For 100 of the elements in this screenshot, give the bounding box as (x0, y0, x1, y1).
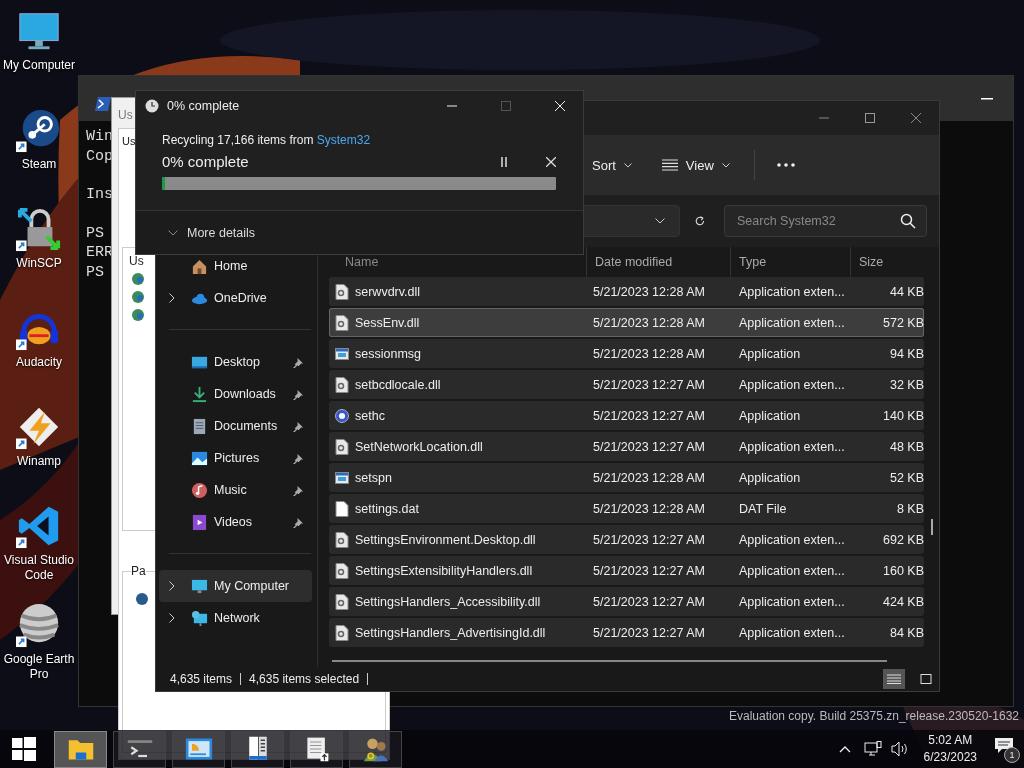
sidebar-item[interactable]: Music (159, 474, 312, 506)
circle-logo-icon[interactable] (16, 107, 62, 153)
file-gear-icon (335, 624, 349, 641)
maximize-icon[interactable] (865, 113, 875, 123)
file-row[interactable]: SettingsEnvironment.Desktop.dll 5/21/2023 12:27 AM Application exten... 692 KB (329, 525, 924, 554)
table-cell-text: 5/21/2023 12:27 AM (592, 377, 706, 392)
desktop-icon-label[interactable]: Audacity (1, 355, 77, 370)
desktop-icon-label[interactable]: My Computer (1, 58, 77, 73)
view-button[interactable]: View (653, 151, 738, 179)
group-label: Us (129, 254, 144, 268)
table-cell-text: Application (738, 346, 802, 361)
chevron-right-icon[interactable] (169, 581, 175, 591)
search-bar[interactable]: Search System32 (724, 205, 927, 237)
file-row[interactable]: SettingsExtensibilityHandlers.dll 5/21/2023 12:27 AM Application exten... 160 KB (329, 556, 924, 585)
user-globe-icon (131, 272, 145, 286)
file-name: settings.dat (355, 501, 419, 516)
minimize-icon[interactable] (981, 97, 993, 100)
file-row[interactable]: setbcdlocale.dll 5/21/2023 12:27 AM Application exten... 32 KB (329, 370, 924, 399)
file-icon (335, 500, 349, 517)
table-cell-text: 572 KB (882, 315, 924, 330)
table-cell-text: Application exten... (738, 532, 846, 547)
network-icon[interactable] (863, 741, 882, 757)
sort-button[interactable]: Sort (584, 151, 640, 179)
taskbar-button[interactable] (290, 730, 343, 768)
table-cell-text: 32 KB (888, 377, 924, 392)
notification-badge: 1 (1004, 747, 1020, 763)
volume-icon[interactable] (890, 741, 909, 757)
chevron-up-icon[interactable] (838, 745, 851, 753)
padlock-icon[interactable] (16, 206, 62, 252)
file-row[interactable]: settings.dat 5/21/2023 12:28 AM DAT File 8 KB (329, 494, 924, 523)
pin-icon[interactable] (293, 388, 304, 400)
clock-time[interactable]: 5:02 AM (928, 732, 973, 749)
user-globe-icon (131, 308, 145, 322)
desktop-icon-label[interactable]: WinSCP (1, 256, 77, 271)
file-row[interactable]: SetNetworkLocation.dll 5/21/2023 12:27 AM Application exten... 48 KB (329, 432, 924, 461)
file-row[interactable]: setspn 5/21/2023 12:28 AM Application 52 KB (329, 463, 924, 492)
table-cell-text: 5/21/2023 12:27 AM (592, 563, 706, 578)
pin-icon[interactable] (293, 516, 304, 528)
taskbar-button[interactable] (349, 730, 402, 768)
file-row[interactable]: sessionmsg 5/21/2023 12:28 AM Application 94 KB (329, 339, 924, 368)
source-link[interactable]: System32 (316, 133, 371, 147)
sidebar-item[interactable]: Documents (159, 410, 312, 442)
column-header[interactable]: Size (851, 247, 924, 277)
desktop-icon-label[interactable]: Winamp (1, 454, 77, 469)
terminal-line: PS (86, 262, 104, 282)
chevron-right-icon[interactable] (169, 613, 175, 623)
monitor-icon (191, 577, 208, 595)
chevron-down-icon[interactable] (655, 218, 666, 224)
table-cell-text: 48 KB (888, 439, 924, 454)
table-cell-text: 5/21/2023 12:28 AM (592, 284, 706, 299)
more-details-button[interactable]: More details (166, 221, 258, 244)
chevron-right-icon[interactable] (169, 293, 175, 303)
caret-icon (721, 162, 730, 168)
sidebar-item[interactable]: Downloads (159, 378, 312, 410)
file-gear-icon (335, 593, 349, 610)
sidebar-item[interactable]: Network (159, 602, 312, 634)
scrollbar-thumb[interactable] (931, 519, 933, 535)
music-icon (191, 481, 208, 499)
windows-logo-icon[interactable] (12, 737, 36, 761)
pause-icon[interactable] (500, 156, 508, 167)
search-field[interactable]: Search System32 (735, 213, 900, 229)
file-row[interactable]: SettingsHandlers_Accessibility.dll 5/21/2023 12:27 AM Application exten... 424 KB (329, 587, 924, 616)
details-view-icon[interactable] (883, 669, 905, 689)
file-row[interactable]: SettingsHandlers_AdvertisingId.dll 5/21/2023 12:27 AM Application exten... 84 KB (329, 618, 924, 647)
table-cell-text: 424 KB (882, 594, 924, 609)
file-name: sessionmsg (355, 346, 421, 361)
scrollbar[interactable] (332, 660, 887, 662)
file-name: sethc (355, 408, 385, 423)
pin-icon[interactable] (293, 420, 304, 432)
pin-icon[interactable] (293, 356, 304, 368)
globe-icon[interactable] (16, 602, 62, 648)
pin-icon[interactable] (293, 484, 304, 496)
progress-status: 0% complete (162, 153, 249, 170)
tab[interactable]: Us (122, 135, 136, 147)
taskbar-button[interactable] (231, 730, 284, 768)
home-icon (191, 257, 208, 275)
sidebar-item[interactable]: Pictures (159, 442, 312, 474)
table-cell-text: 5/21/2023 12:27 AM (592, 532, 706, 547)
desktop-icon-label[interactable]: Steam (1, 157, 77, 172)
desktop-icon-label[interactable]: Visual Studio Code (1, 553, 77, 583)
search-icon[interactable] (900, 213, 916, 229)
sidebar-item[interactable]: Videos (159, 506, 312, 538)
desktop-icon-label[interactable]: Google Earth Pro (1, 652, 77, 682)
table-cell-text: 5/21/2023 12:28 AM (592, 346, 706, 361)
file-row[interactable]: serwvdrv.dll 5/21/2023 12:28 AM Application exten... 44 KB (329, 277, 924, 306)
taskbar-button[interactable] (113, 730, 166, 768)
table-cell-text: 5/21/2023 12:27 AM (592, 408, 706, 423)
sidebar-item[interactable]: Desktop (159, 346, 312, 378)
clock-date[interactable]: 6/23/2023 (923, 749, 977, 766)
table-cell-text: Application exten... (738, 594, 846, 609)
file-row[interactable]: sethc 5/21/2023 12:27 AM Application 140 KB (329, 401, 924, 430)
file-name: SettingsHandlers_Accessibility.dll (355, 594, 541, 609)
taskbar-button[interactable] (172, 730, 225, 768)
more-icon[interactable] (776, 163, 795, 167)
file-gear-icon (335, 376, 349, 393)
sidebar-item[interactable]: My Computer (159, 570, 312, 602)
taskbar-button[interactable] (54, 730, 107, 768)
file-row[interactable]: SessEnv.dll 5/21/2023 12:28 AM Application exten... 572 KB (329, 308, 924, 337)
sidebar-item[interactable]: OneDrive (159, 282, 312, 314)
pin-icon[interactable] (293, 452, 304, 464)
